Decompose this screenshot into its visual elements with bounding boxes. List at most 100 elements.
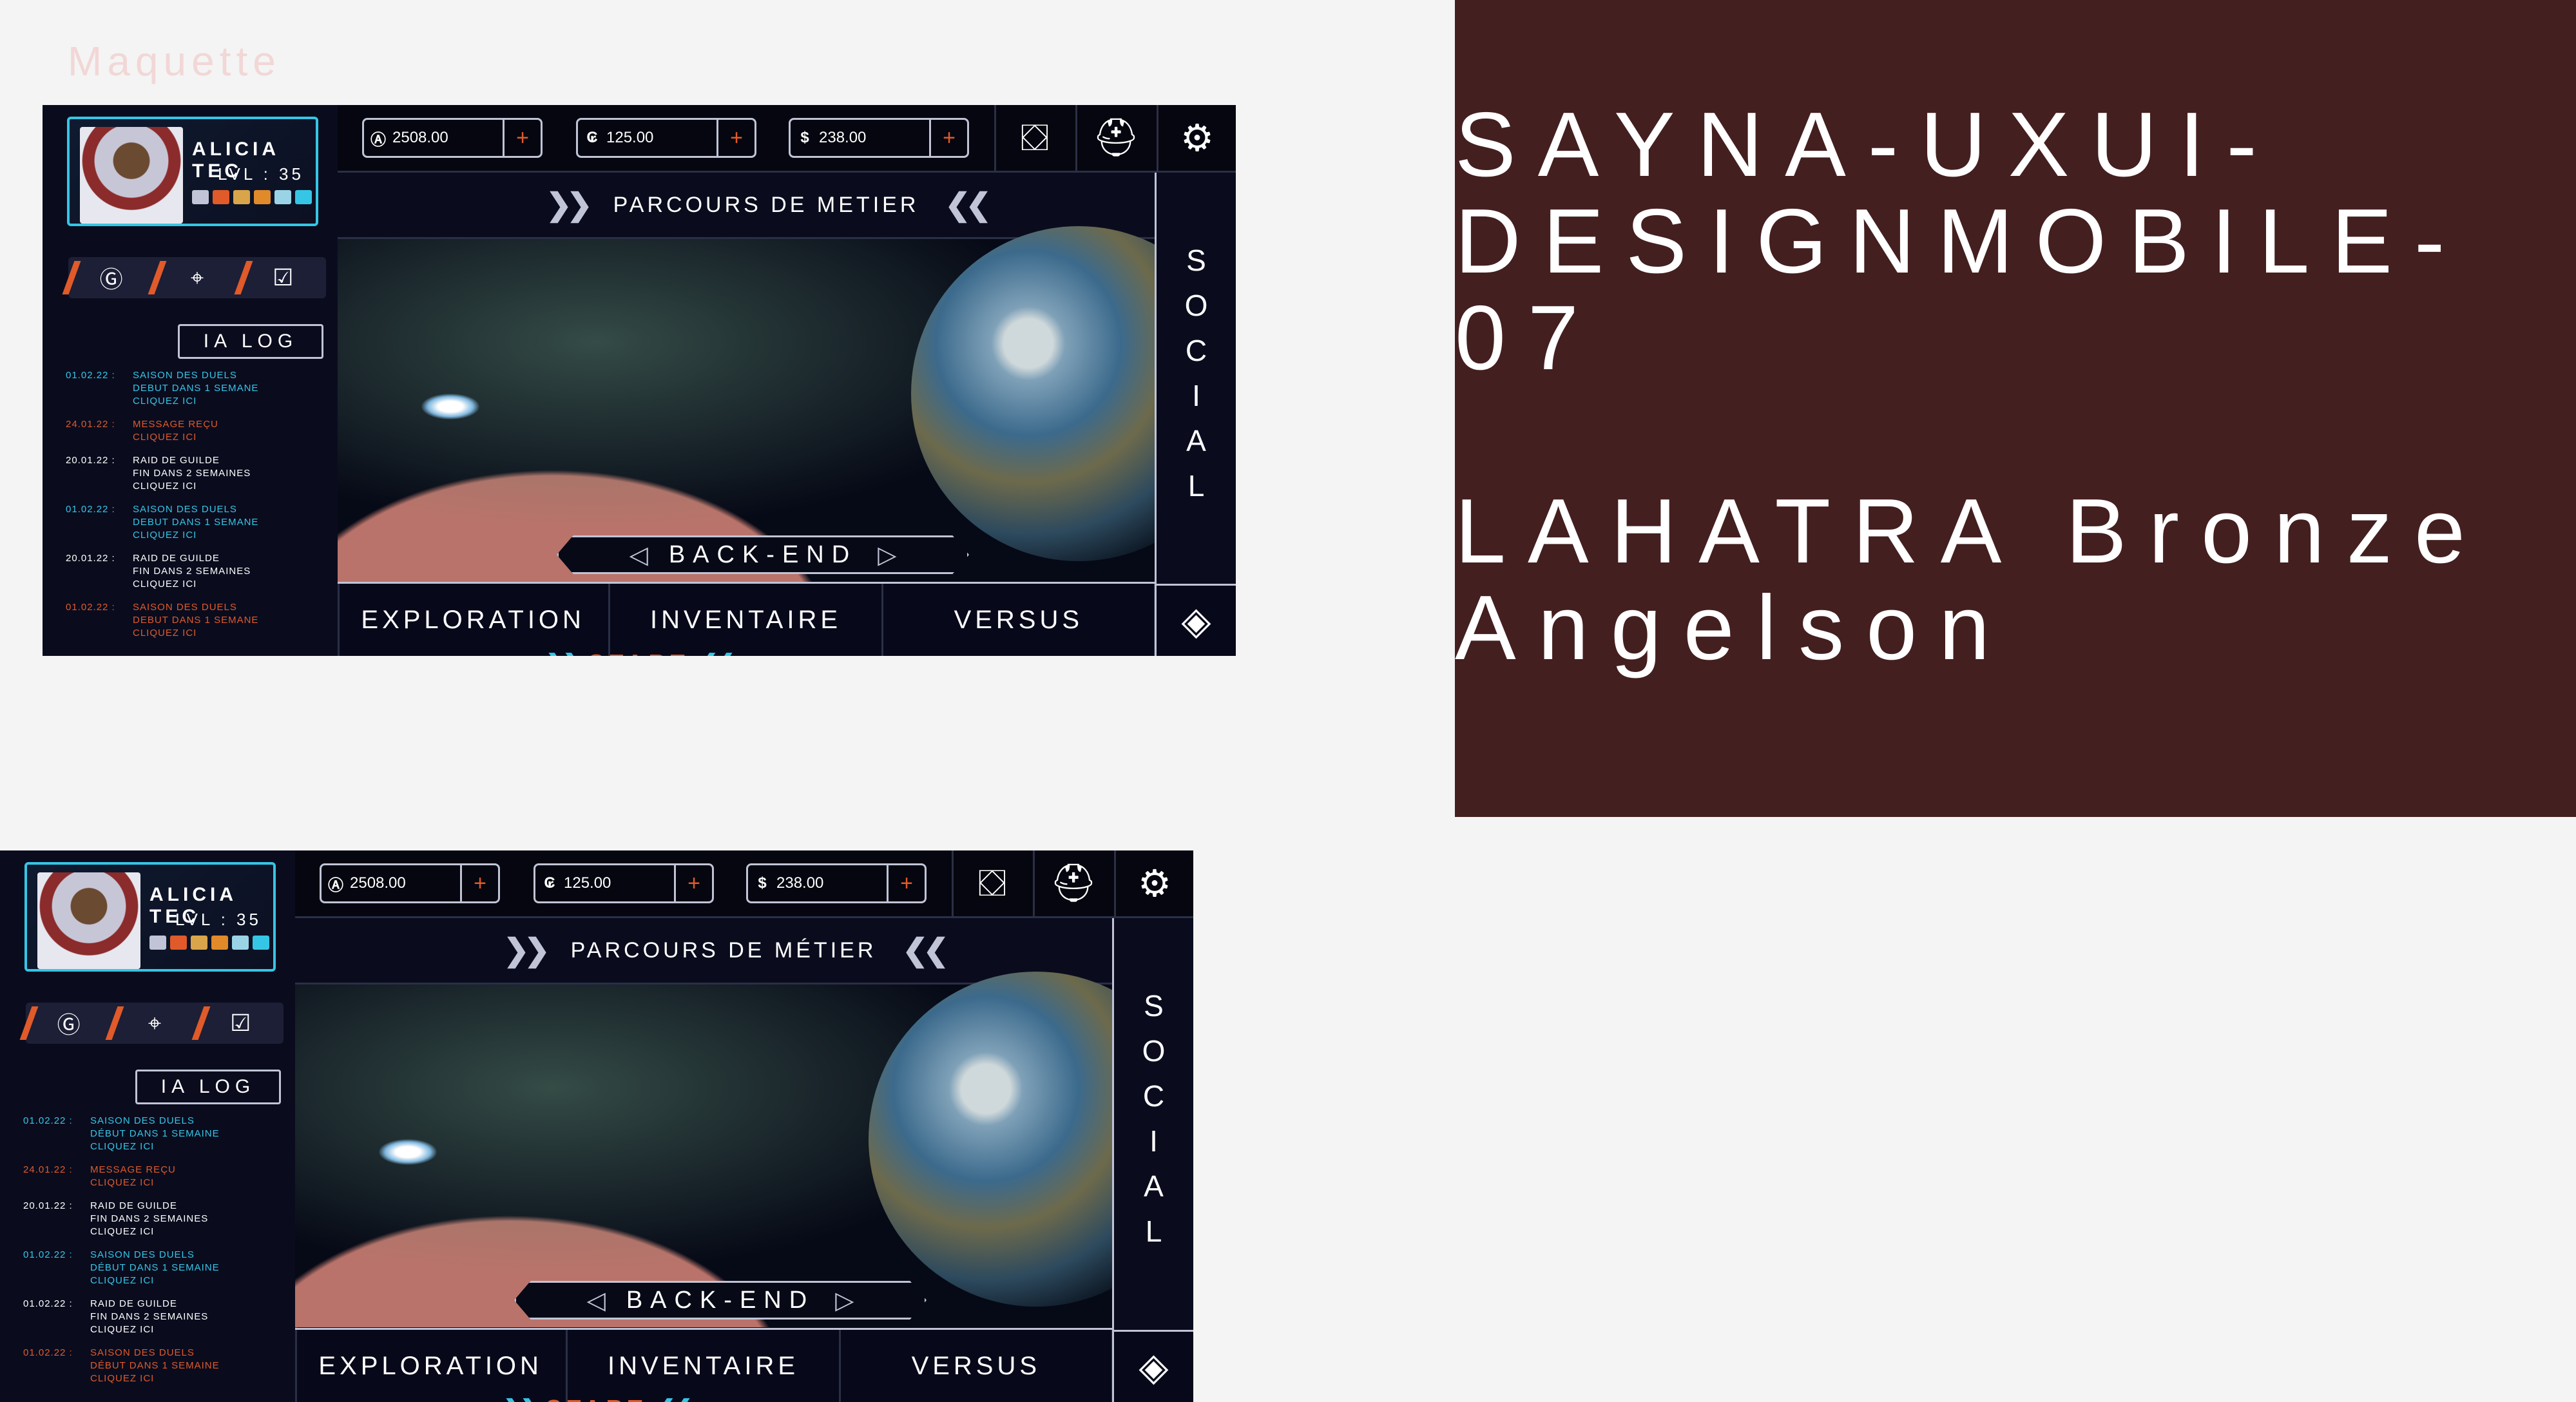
gear-icon: ⚙: [1180, 117, 1214, 159]
nav-versus[interactable]: VERSUS: [883, 584, 1156, 656]
title-panel: SAYNA-UXUI- DESIGNMOBILE-07 LAHATRA Bron…: [1455, 0, 2576, 817]
log-entry[interactable]: 20.01.22 : RAID DE GUILDE FIN DANS 2 SEMA…: [23, 1200, 281, 1238]
log-date: 20.01.22 :: [66, 455, 115, 466]
log-entry[interactable]: 01.02.22 : SAISON DES DUELS DÉBUT DANS 1 …: [23, 1115, 281, 1153]
resource-value: 2508.00: [350, 874, 406, 892]
log-entry[interactable]: 01.02.22 : SAISON DES DUELS DEBUT DANS 1 …: [66, 601, 323, 640]
resource-dollars: $ 238.00 +: [746, 863, 927, 903]
avatar[interactable]: [80, 127, 183, 224]
log-date: 01.02.22 :: [66, 602, 115, 613]
badge-icon: [213, 190, 229, 204]
mission-name: BACK-END: [668, 541, 858, 568]
profile-frame: ALICIA TEC LVL : 35: [67, 117, 318, 226]
log-entry[interactable]: 20.01.22 : RAID DE GUILDE FIN DANS 2 SEMA…: [66, 552, 323, 591]
add-coins-button[interactable]: +: [716, 120, 755, 156]
chevron-left-icon: ❮❮: [902, 934, 948, 968]
quick-slot-guild[interactable]: Ⓖ: [62, 257, 154, 298]
resource-value: 125.00: [564, 874, 611, 892]
log-date: 20.01.22 :: [23, 1200, 73, 1211]
nav-inventaire[interactable]: INVENTAIRE: [568, 1330, 841, 1402]
badge-row: [192, 190, 312, 204]
log-date: 01.02.22 :: [66, 370, 115, 381]
log-entry[interactable]: 24.01.22 : MESSAGE REÇU CLIQUEZ ICI: [66, 418, 323, 444]
quick-slot-radar[interactable]: ⌖: [148, 257, 240, 298]
satellite-icon: ⌖: [148, 1009, 162, 1036]
avatar[interactable]: [37, 872, 140, 969]
space-scene: ◁ BACK-END ▷: [338, 226, 1236, 582]
log-entry[interactable]: 20.01.22 : RAID DE GUILDE FIN DANS 2 SEMA…: [66, 454, 323, 493]
log-entry[interactable]: 01.02.22 : SAISON DES DUELS DÉBUT DANS 1 …: [23, 1249, 281, 1287]
top-bar: Ⓐ 2508.00 + ₢ 125.00 + $ 238.00 + ⛋ ⛑ ⚙: [338, 105, 1236, 173]
ia-log-tab[interactable]: IA LOG: [135, 1070, 281, 1104]
credit-icon: Ⓐ: [370, 131, 386, 149]
top-bar: Ⓐ 2508.00 + ₢ 125.00 + $ 238.00 + ⛋ ⛑ ⚙: [295, 850, 1193, 918]
badge-icon: [253, 936, 269, 950]
log-entry[interactable]: 24.01.22 : MESSAGE REÇU CLIQUEZ ICI: [23, 1164, 281, 1189]
quick-slot-guild[interactable]: Ⓖ: [19, 1003, 111, 1044]
log-entry[interactable]: 01.02.22 : SAISON DES DUELS DEBUT DANS 1 …: [66, 369, 323, 408]
add-dollars-button[interactable]: +: [929, 120, 967, 156]
badge-icon: [192, 190, 209, 204]
nav-label: VERSUS: [911, 1351, 1041, 1380]
badge-icon: [170, 936, 187, 950]
add-credits-button[interactable]: +: [460, 865, 498, 901]
add-credits-button[interactable]: +: [503, 120, 541, 156]
quick-slot-tasks[interactable]: ☑: [191, 1003, 284, 1044]
log-text: RAID DE GUILDE FIN DANS 2 SEMAINES CLIQU…: [133, 553, 251, 590]
settings-button[interactable]: ⚙: [1114, 850, 1193, 916]
badge-icon: [149, 936, 166, 950]
nav-inventaire[interactable]: INVENTAIRE: [610, 584, 883, 656]
quick-slot-tasks[interactable]: ☑: [234, 257, 326, 298]
ia-log-list: 01.02.22 : SAISON DES DUELS DEBUT DANS 1 …: [66, 369, 323, 650]
social-panel-button[interactable]: SOCIAL: [1112, 918, 1193, 1330]
bottom-navigation: EXPLORATION INVENTAIRE VERSUS: [295, 1328, 1113, 1402]
shop-button[interactable]: ⛋: [952, 850, 1031, 916]
nav-label: VERSUS: [954, 605, 1084, 634]
bottom-navigation: EXPLORATION INVENTAIRE VERSUS: [338, 582, 1156, 656]
helmet-icon: ⛑: [1092, 117, 1140, 158]
nav-exploration[interactable]: EXPLORATION: [338, 584, 611, 656]
profile-card[interactable]: ALICIA TEC LVL : 35: [24, 862, 282, 972]
log-text: MESSAGE REÇU CLIQUEZ ICI: [133, 419, 218, 443]
career-path-title: PARCOURS DE MÉTIER: [570, 937, 877, 963]
prev-arrow-icon[interactable]: ◁: [587, 1286, 606, 1315]
social-panel-button[interactable]: SOCIAL: [1155, 173, 1236, 585]
log-date: 20.01.22 :: [66, 553, 115, 564]
shop-button[interactable]: ⛋: [994, 105, 1073, 171]
home-logo-button[interactable]: ◈: [1112, 1330, 1193, 1402]
player-level: LVL : 35: [175, 910, 262, 929]
quick-slot-radar[interactable]: ⌖: [105, 1003, 197, 1044]
add-coins-button[interactable]: +: [674, 865, 712, 901]
maquette-label: Maquette: [68, 38, 281, 84]
next-arrow-icon[interactable]: ▷: [878, 541, 896, 570]
prev-arrow-icon[interactable]: ◁: [630, 541, 648, 570]
log-entry[interactable]: 01.02.22 : RAID DE GUILDE FIN DANS 2 SEMA…: [23, 1298, 281, 1336]
nav-versus[interactable]: VERSUS: [841, 1330, 1113, 1402]
next-arrow-icon[interactable]: ▷: [835, 1286, 854, 1315]
mission-selector[interactable]: ◁ BACK-END ▷: [514, 1281, 927, 1320]
mission-selector[interactable]: ◁ BACK-END ▷: [557, 535, 969, 574]
resource-coins: ₢ 125.00 +: [533, 863, 714, 903]
log-date: 01.02.22 :: [23, 1249, 73, 1260]
log-text: RAID DE GUILDE FIN DANS 2 SEMAINES CLIQU…: [90, 1200, 209, 1237]
quick-actions-bar: Ⓖ ⌖ ☑: [19, 1003, 284, 1044]
character-button[interactable]: ⛑: [1033, 850, 1112, 916]
log-text: SAISON DES DUELS DEBUT DANS 1 SEMANE CLI…: [133, 602, 259, 639]
helmet-icon: ⛑: [1050, 862, 1097, 904]
character-button[interactable]: ⛑: [1075, 105, 1155, 171]
nav-exploration[interactable]: EXPLORATION: [295, 1330, 568, 1402]
badge-icon: [274, 190, 291, 204]
guild-icon: Ⓖ: [99, 266, 123, 293]
log-text: SAISON DES DUELS DEBUT DANS 1 SEMANE CLI…: [133, 504, 259, 541]
resource-credits: Ⓐ 2508.00 +: [362, 118, 543, 158]
log-date: 24.01.22 :: [23, 1164, 73, 1175]
satellite-icon: ⌖: [190, 264, 204, 291]
badge-icon: [232, 936, 249, 950]
settings-button[interactable]: ⚙: [1157, 105, 1236, 171]
profile-card[interactable]: ALICIA TEC LVL : 35: [67, 117, 325, 226]
home-logo-button[interactable]: ◈: [1155, 584, 1236, 656]
ia-log-tab[interactable]: IA LOG: [178, 324, 323, 359]
log-entry[interactable]: 01.02.22 : SAISON DES DUELS DEBUT DANS 1 …: [66, 503, 323, 542]
log-entry[interactable]: 01.02.22 : SAISON DES DUELS DÉBUT DANS 1 …: [23, 1347, 281, 1385]
add-dollars-button[interactable]: +: [887, 865, 925, 901]
